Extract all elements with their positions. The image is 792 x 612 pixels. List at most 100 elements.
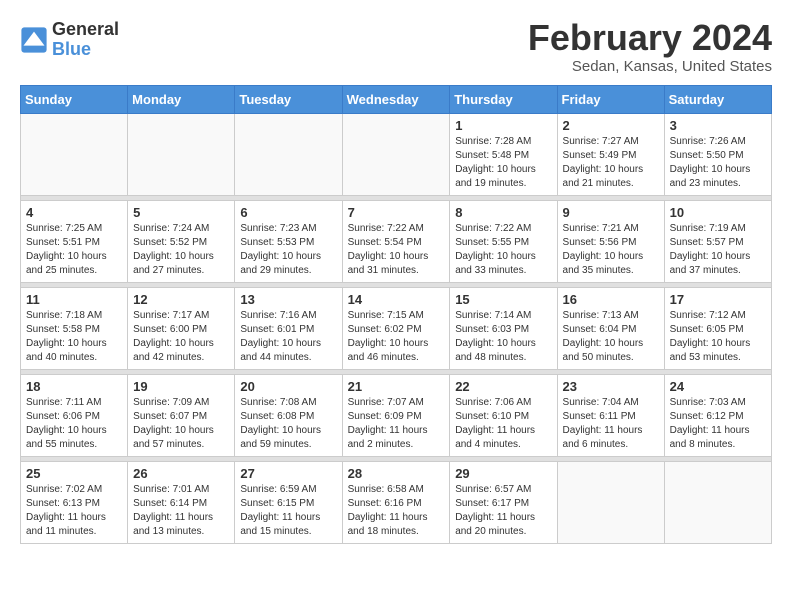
day-info: Sunrise: 7:17 AM Sunset: 6:00 PM Dayligh… (133, 309, 229, 365)
day-number: 24 (670, 379, 766, 394)
day-info: Sunrise: 7:26 AM Sunset: 5:50 PM Dayligh… (670, 135, 766, 191)
calendar-day-cell: 16 Sunrise: 7:13 AM Sunset: 6:04 PM Dayli… (557, 288, 664, 370)
calendar-day-cell: 22Sunrise: 7:06 AM Sunset: 6:10 PM Dayli… (450, 375, 557, 457)
calendar-week-row: 1 Sunrise: 7:28 AM Sunset: 5:48 PM Daylig… (21, 114, 772, 196)
calendar-day-cell: 9 Sunrise: 7:21 AM Sunset: 5:56 PM Daylig… (557, 201, 664, 283)
day-number: 20 (240, 379, 336, 394)
calendar-day-cell: 5Sunrise: 7:24 AM Sunset: 5:52 PM Daylig… (128, 201, 235, 283)
day-info: Sunrise: 7:02 AM Sunset: 6:13 PM Dayligh… (26, 483, 122, 539)
calendar-day-cell: 23 Sunrise: 7:04 AM Sunset: 6:11 PM Dayli… (557, 375, 664, 457)
day-number: 2 (563, 118, 659, 133)
day-of-week-header: Tuesday (235, 86, 342, 114)
day-of-week-header: Monday (128, 86, 235, 114)
day-number: 4 (26, 205, 122, 220)
day-of-week-header: Friday (557, 86, 664, 114)
calendar-day-cell: 17Sunrise: 7:12 AM Sunset: 6:05 PM Dayli… (664, 288, 771, 370)
day-number: 13 (240, 292, 336, 307)
main-title: February 2024 (528, 20, 772, 56)
day-number: 25 (26, 466, 122, 481)
calendar-day-cell: 27 Sunrise: 6:59 AM Sunset: 6:15 PM Dayli… (235, 462, 342, 544)
day-info: Sunrise: 7:23 AM Sunset: 5:53 PM Dayligh… (240, 222, 336, 278)
title-section: February 2024 Sedan, Kansas, United Stat… (528, 20, 772, 75)
day-number: 12 (133, 292, 229, 307)
day-info: Sunrise: 7:19 AM Sunset: 5:57 PM Dayligh… (670, 222, 766, 278)
day-info: Sunrise: 7:25 AM Sunset: 5:51 PM Dayligh… (26, 222, 122, 278)
calendar-day-cell (128, 114, 235, 196)
day-number: 8 (455, 205, 551, 220)
day-number: 15 (455, 292, 551, 307)
day-info: Sunrise: 7:08 AM Sunset: 6:08 PM Dayligh… (240, 396, 336, 452)
day-number: 29 (455, 466, 551, 481)
calendar-day-cell: 29 Sunrise: 6:57 AM Sunset: 6:17 PM Dayli… (450, 462, 557, 544)
day-info: Sunrise: 7:14 AM Sunset: 6:03 PM Dayligh… (455, 309, 551, 365)
day-of-week-header: Wednesday (342, 86, 450, 114)
day-info: Sunrise: 7:21 AM Sunset: 5:56 PM Dayligh… (563, 222, 659, 278)
day-info: Sunrise: 7:09 AM Sunset: 6:07 PM Dayligh… (133, 396, 229, 452)
calendar-header-row: SundayMondayTuesdayWednesdayThursdayFrid… (21, 86, 772, 114)
calendar-day-cell: 25 Sunrise: 7:02 AM Sunset: 6:13 PM Dayli… (21, 462, 128, 544)
day-info: Sunrise: 7:16 AM Sunset: 6:01 PM Dayligh… (240, 309, 336, 365)
calendar-day-cell: 14 Sunrise: 7:15 AM Sunset: 6:02 PM Dayli… (342, 288, 450, 370)
day-info: Sunrise: 6:57 AM Sunset: 6:17 PM Dayligh… (455, 483, 551, 539)
day-number: 19 (133, 379, 229, 394)
day-number: 14 (348, 292, 445, 307)
day-info: Sunrise: 7:22 AM Sunset: 5:54 PM Dayligh… (348, 222, 445, 278)
day-number: 16 (563, 292, 659, 307)
day-number: 1 (455, 118, 551, 133)
calendar-day-cell: 11 Sunrise: 7:18 AM Sunset: 5:58 PM Dayli… (21, 288, 128, 370)
logo: GeneralBlue (20, 20, 119, 60)
day-number: 26 (133, 466, 229, 481)
calendar-day-cell: 6 Sunrise: 7:23 AM Sunset: 5:53 PM Daylig… (235, 201, 342, 283)
logo-text: GeneralBlue (52, 20, 119, 60)
calendar-day-cell: 2Sunrise: 7:27 AM Sunset: 5:49 PM Daylig… (557, 114, 664, 196)
day-number: 27 (240, 466, 336, 481)
calendar-day-cell (235, 114, 342, 196)
calendar-day-cell: 12 Sunrise: 7:17 AM Sunset: 6:00 PM Dayli… (128, 288, 235, 370)
subtitle: Sedan, Kansas, United States (528, 58, 772, 75)
day-number: 17 (670, 292, 766, 307)
calendar-day-cell: 28 Sunrise: 6:58 AM Sunset: 6:16 PM Dayli… (342, 462, 450, 544)
calendar-week-row: 25 Sunrise: 7:02 AM Sunset: 6:13 PM Dayli… (21, 462, 772, 544)
day-info: Sunrise: 7:24 AM Sunset: 5:52 PM Dayligh… (133, 222, 229, 278)
day-info: Sunrise: 7:28 AM Sunset: 5:48 PM Dayligh… (455, 135, 551, 191)
day-info: Sunrise: 7:22 AM Sunset: 5:55 PM Dayligh… (455, 222, 551, 278)
day-number: 11 (26, 292, 122, 307)
calendar-day-cell: 4 Sunrise: 7:25 AM Sunset: 5:51 PM Daylig… (21, 201, 128, 283)
day-info: Sunrise: 7:18 AM Sunset: 5:58 PM Dayligh… (26, 309, 122, 365)
calendar-day-cell: 13 Sunrise: 7:16 AM Sunset: 6:01 PM Dayli… (235, 288, 342, 370)
calendar-day-cell: 15 Sunrise: 7:14 AM Sunset: 6:03 PM Dayli… (450, 288, 557, 370)
day-info: Sunrise: 7:04 AM Sunset: 6:11 PM Dayligh… (563, 396, 659, 452)
calendar-day-cell: 10Sunrise: 7:19 AM Sunset: 5:57 PM Dayli… (664, 201, 771, 283)
calendar-day-cell: 8 Sunrise: 7:22 AM Sunset: 5:55 PM Daylig… (450, 201, 557, 283)
day-info: Sunrise: 7:06 AM Sunset: 6:10 PM Dayligh… (455, 396, 551, 452)
day-info: Sunrise: 7:01 AM Sunset: 6:14 PM Dayligh… (133, 483, 229, 539)
day-number: 28 (348, 466, 445, 481)
calendar-day-cell: 1 Sunrise: 7:28 AM Sunset: 5:48 PM Daylig… (450, 114, 557, 196)
calendar-week-row: 4 Sunrise: 7:25 AM Sunset: 5:51 PM Daylig… (21, 201, 772, 283)
day-number: 18 (26, 379, 122, 394)
calendar-day-cell: 3 Sunrise: 7:26 AM Sunset: 5:50 PM Daylig… (664, 114, 771, 196)
calendar-day-cell: 7Sunrise: 7:22 AM Sunset: 5:54 PM Daylig… (342, 201, 450, 283)
calendar-day-cell (557, 462, 664, 544)
calendar-day-cell: 21Sunrise: 7:07 AM Sunset: 6:09 PM Dayli… (342, 375, 450, 457)
calendar-week-row: 18 Sunrise: 7:11 AM Sunset: 6:06 PM Dayli… (21, 375, 772, 457)
page-header: GeneralBlue February 2024 Sedan, Kansas,… (20, 20, 772, 75)
day-of-week-header: Sunday (21, 86, 128, 114)
logo-icon (20, 26, 48, 54)
calendar-day-cell (664, 462, 771, 544)
day-number: 6 (240, 205, 336, 220)
day-info: Sunrise: 7:15 AM Sunset: 6:02 PM Dayligh… (348, 309, 445, 365)
day-info: Sunrise: 6:58 AM Sunset: 6:16 PM Dayligh… (348, 483, 445, 539)
calendar-day-cell: 19 Sunrise: 7:09 AM Sunset: 6:07 PM Dayli… (128, 375, 235, 457)
day-number: 9 (563, 205, 659, 220)
calendar-table: SundayMondayTuesdayWednesdayThursdayFrid… (20, 85, 772, 544)
day-number: 23 (563, 379, 659, 394)
day-info: Sunrise: 6:59 AM Sunset: 6:15 PM Dayligh… (240, 483, 336, 539)
day-info: Sunrise: 7:13 AM Sunset: 6:04 PM Dayligh… (563, 309, 659, 365)
calendar-day-cell: 20 Sunrise: 7:08 AM Sunset: 6:08 PM Dayli… (235, 375, 342, 457)
day-number: 3 (670, 118, 766, 133)
day-of-week-header: Thursday (450, 86, 557, 114)
calendar-day-cell (342, 114, 450, 196)
calendar-day-cell: 18 Sunrise: 7:11 AM Sunset: 6:06 PM Dayli… (21, 375, 128, 457)
day-info: Sunrise: 7:11 AM Sunset: 6:06 PM Dayligh… (26, 396, 122, 452)
